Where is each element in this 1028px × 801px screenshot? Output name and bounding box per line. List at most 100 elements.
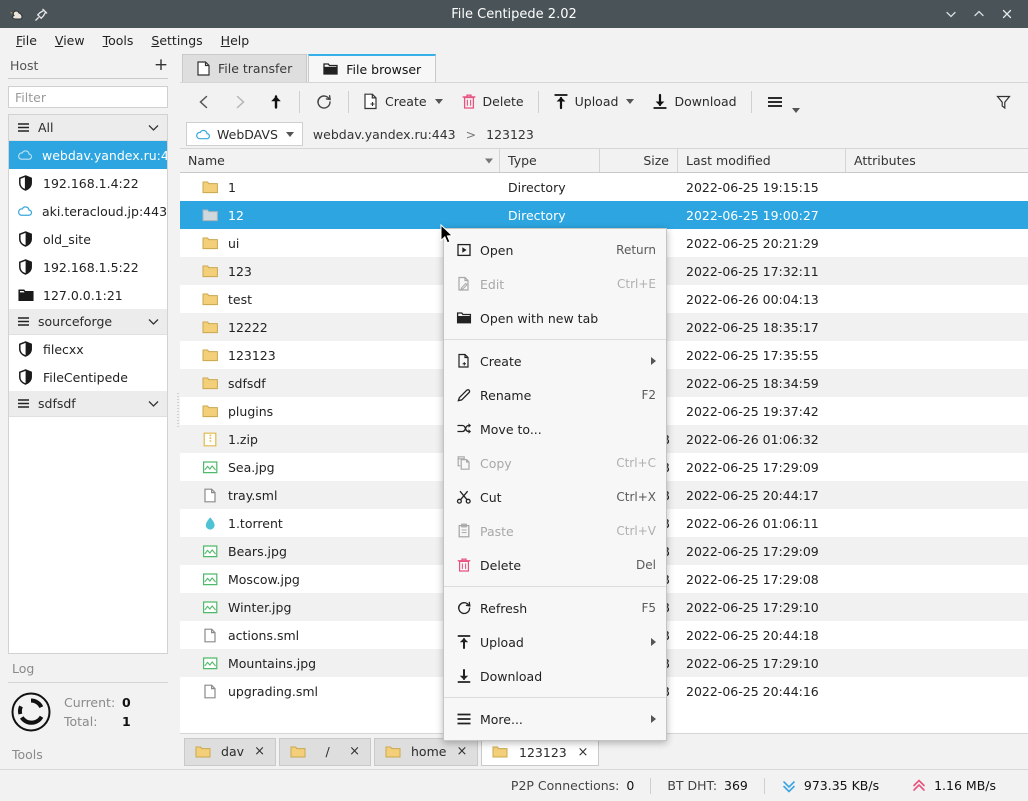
- table-row[interactable]: 1 Directory 2022-06-25 19:15:15: [180, 173, 1028, 201]
- filter-button[interactable]: [985, 87, 1022, 117]
- tab-file-browser[interactable]: File browser: [308, 54, 437, 82]
- download-button[interactable]: Download: [643, 87, 745, 117]
- cell-modified: 2022-06-25 19:37:42: [686, 403, 819, 419]
- sidebar-item-filecentipede[interactable]: FileCentipede: [9, 363, 167, 391]
- context-menu-item-cut[interactable]: Cut Ctrl+X: [444, 480, 666, 514]
- chevron-down-icon[interactable]: [791, 107, 800, 113]
- context-menu-item-create[interactable]: Create: [444, 344, 666, 378]
- stat-current-label: Current:: [64, 695, 116, 710]
- close-icon[interactable]: [994, 2, 1020, 26]
- submenu-arrow-icon: [651, 638, 656, 646]
- breadcrumb-folder[interactable]: 123123: [486, 127, 534, 142]
- table-header: Name Type Size Last modified Attributes: [180, 149, 1028, 173]
- menu-file[interactable]: File: [8, 31, 45, 50]
- chevron-down-icon[interactable]: [626, 99, 635, 104]
- sidebar-tools-section[interactable]: Tools: [0, 739, 176, 769]
- stat-total-value: 1: [122, 714, 131, 729]
- chevron-down-icon[interactable]: [285, 131, 294, 137]
- sidebar-filter-input[interactable]: Filter: [8, 86, 168, 108]
- context-menu-item-delete[interactable]: Delete Del: [444, 548, 666, 582]
- context-menu-item-move-to[interactable]: Move to...: [444, 412, 666, 446]
- status-p2p: P2P Connections: 0: [495, 778, 650, 793]
- back-button[interactable]: [186, 87, 222, 117]
- context-menu-item-more[interactable]: More...: [444, 702, 666, 736]
- toolbar-menu-button[interactable]: [757, 87, 809, 117]
- protocol-selector[interactable]: WebDAVS: [186, 122, 303, 146]
- tab-file-transfer[interactable]: File transfer: [182, 54, 308, 82]
- menu-tools[interactable]: Tools: [95, 31, 142, 50]
- menu-settings[interactable]: Settings: [143, 31, 210, 50]
- delete-button[interactable]: Delete: [452, 87, 533, 117]
- column-header-size[interactable]: Size: [600, 149, 678, 172]
- bottom-tab-root[interactable]: / ×: [279, 737, 371, 766]
- close-icon[interactable]: ×: [577, 745, 588, 760]
- sidebar-item-old-site[interactable]: old_site: [9, 225, 167, 253]
- file-name-label: 1.torrent: [228, 515, 283, 531]
- application-window: File Centipede 2.02 File View Tools Sett…: [0, 0, 1028, 801]
- close-icon[interactable]: ×: [349, 744, 360, 759]
- host-group-sourceforge[interactable]: sourceforge: [9, 309, 167, 335]
- scissors-icon: [456, 489, 476, 505]
- image-icon: [202, 459, 219, 476]
- maximize-icon[interactable]: [966, 2, 992, 26]
- table-row[interactable]: 12 Directory 2022-06-25 19:00:27: [180, 201, 1028, 229]
- cell-modified: 2022-06-25 18:35:17: [686, 319, 819, 335]
- bottom-tab-123123[interactable]: 123123 ×: [481, 737, 600, 766]
- close-icon[interactable]: ×: [254, 744, 265, 759]
- menu-help-label: elp: [230, 32, 250, 48]
- host-group-sdfsdf[interactable]: sdfsdf: [9, 391, 167, 417]
- chevron-down-icon: [148, 318, 159, 326]
- upload-button[interactable]: Upload: [544, 87, 644, 117]
- column-header-name[interactable]: Name: [180, 149, 500, 172]
- forward-button[interactable]: [222, 87, 258, 117]
- bottom-tab-dav[interactable]: dav ×: [184, 737, 276, 766]
- host-group-all[interactable]: All: [9, 115, 167, 141]
- sidebar-item-192-168-1-4[interactable]: 192.168.1.4:22: [9, 169, 167, 197]
- column-header-modified[interactable]: Last modified: [678, 149, 846, 172]
- context-menu-item-label: Upload: [480, 634, 524, 650]
- chevron-down-icon[interactable]: [434, 99, 443, 104]
- column-header-type[interactable]: Type: [500, 149, 600, 172]
- sidebar-item-webdav-yandex[interactable]: webdav.yandex.ru:443: [9, 141, 167, 169]
- context-menu-item-upload[interactable]: Upload: [444, 625, 666, 659]
- file-icon: [202, 627, 219, 644]
- sidebar-log-section[interactable]: Log: [0, 654, 176, 682]
- cell-modified: 2022-06-26 01:06:32: [686, 431, 819, 447]
- sidebar-item-label: aki.teracloud.jp:443: [42, 203, 168, 219]
- column-header-attributes[interactable]: Attributes: [846, 149, 1028, 172]
- minimize-icon[interactable]: [938, 2, 964, 26]
- status-dht-value: 369: [724, 778, 748, 793]
- context-menu-item-open[interactable]: Open Return: [444, 233, 666, 267]
- cell-type: Directory: [508, 179, 566, 195]
- upload-icon: [456, 634, 476, 650]
- upload-button-label: Upload: [574, 94, 619, 109]
- file-name-label: tray.sml: [228, 487, 278, 503]
- clipboard-icon: [456, 523, 476, 539]
- up-button[interactable]: [258, 87, 294, 117]
- context-menu-item-open-with-new-tab[interactable]: Open with new tab: [444, 301, 666, 335]
- pin-icon[interactable]: [32, 5, 50, 23]
- bottom-tab-home[interactable]: home ×: [374, 737, 479, 766]
- sidebar-item-192-168-1-5[interactable]: 192.168.1.5:22: [9, 253, 167, 281]
- close-icon[interactable]: ×: [456, 744, 467, 759]
- download-button-label: Download: [674, 94, 737, 109]
- duck-icon[interactable]: [8, 5, 26, 23]
- sidebar-item-127-0-0-1[interactable]: 127.0.0.1:21: [9, 281, 167, 309]
- menu-view[interactable]: View: [47, 31, 93, 50]
- cell-name: 12: [180, 207, 500, 224]
- refresh-button[interactable]: [305, 87, 343, 117]
- file-name-label: upgrading.sml: [228, 683, 318, 699]
- sidebar-item-filecxx[interactable]: filecxx: [9, 335, 167, 363]
- create-button[interactable]: Create: [354, 87, 452, 117]
- sidebar-item-aki-teracloud[interactable]: aki.teracloud.jp:443: [9, 197, 167, 225]
- context-menu-item-refresh[interactable]: Refresh F5: [444, 591, 666, 625]
- breadcrumb-host[interactable]: webdav.yandex.ru:443: [313, 127, 456, 142]
- cell-modified: 2022-06-26 00:04:13: [686, 291, 819, 307]
- context-menu-item-rename[interactable]: Rename F2: [444, 378, 666, 412]
- pencil-icon: [456, 387, 476, 403]
- context-menu-item-download[interactable]: Download: [444, 659, 666, 693]
- add-host-button[interactable]: +: [152, 56, 170, 74]
- menu-bar: File View Tools Settings Help: [0, 28, 1028, 52]
- menu-help[interactable]: Help: [213, 31, 258, 50]
- host-label: Host: [10, 57, 39, 73]
